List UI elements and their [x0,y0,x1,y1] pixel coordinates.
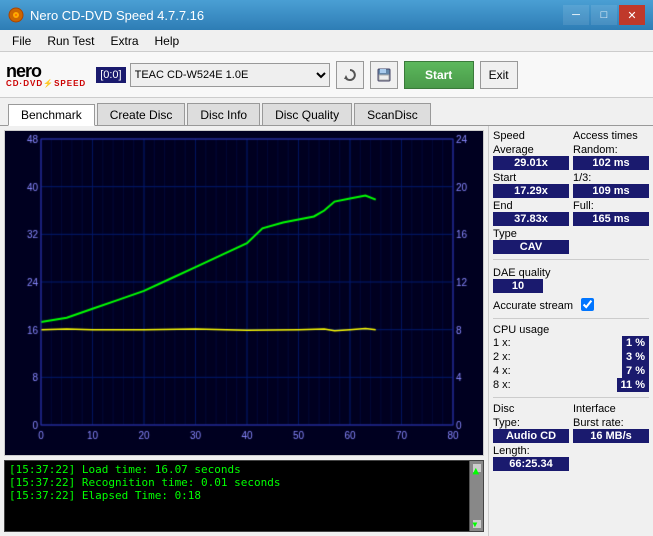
nero-brand-text: nero [6,62,41,80]
accurate-stream-section: Accurate stream [493,296,649,313]
drive-index-label: [0:0] [96,67,125,83]
tab-benchmark[interactable]: Benchmark [8,104,95,126]
interface-title: Interface [573,403,649,415]
tab-disc-quality[interactable]: Disc Quality [262,103,352,125]
burst-rate-label: Burst rate: [573,417,649,429]
window-title: Nero CD-DVD Speed 4.7.7.16 [30,8,204,23]
separator-3 [493,397,649,398]
menu-extra[interactable]: Extra [102,32,146,50]
tab-bar: Benchmark Create Disc Disc Info Disc Qua… [0,98,653,126]
speed-end-label: End [493,200,569,212]
disc-length-label: Length: [493,445,569,457]
toolbar: nero CD·DVD⚡SPEED [0:0] TEAC CD-W524E 1.… [0,52,653,98]
log-entry-2: [15:37:22] Recognition time: 0.01 second… [9,476,479,489]
cpu-row-4x: 4 x: 7 % [493,364,649,378]
window-controls: ─ □ ✕ [563,5,645,25]
nero-logo: nero CD·DVD⚡SPEED [6,62,86,88]
menu-runtest[interactable]: Run Test [39,32,102,50]
access-times-title: Access times [573,130,649,142]
nero-brand-sub: CD·DVD⚡SPEED [6,80,86,88]
tab-create-disc[interactable]: Create Disc [97,103,186,125]
access-times-section: Access times Random: 102 ms 1/3: 109 ms … [573,130,649,254]
cpu-col-1: 1 x: 1 % 2 x: 3 % 4 x: 7 % 8 x: 11 % [493,336,649,392]
accurate-stream-label: Accurate stream [493,300,573,312]
access-full-value: 165 ms [573,212,649,226]
disc-section: Disc Type: Audio CD Length: 66:25.34 [493,403,569,471]
disc-title: Disc [493,403,569,415]
cpu-4x-label: 4 x: [493,365,511,377]
dae-quality-section: DAE quality 10 [493,265,649,293]
title-bar: Nero CD-DVD Speed 4.7.7.16 ─ □ ✕ [0,0,653,30]
dae-quality-value: 10 [493,279,543,293]
disc-length-value: 66:25.34 [493,457,569,471]
speed-average-label: Average [493,144,569,156]
cpu-rows: 1 x: 1 % 2 x: 3 % 4 x: 7 % 8 x: 11 % [493,336,649,392]
tab-scan-disc[interactable]: ScanDisc [354,103,431,125]
speed-type-label: Type [493,228,569,240]
cpu-usage-title: CPU usage [493,324,649,336]
save-button[interactable] [370,61,398,89]
refresh-button[interactable] [336,61,364,89]
speed-title: Speed [493,130,569,142]
cpu-2x-label: 2 x: [493,351,511,363]
chart-container [5,131,483,455]
menu-help[interactable]: Help [147,32,188,50]
log-panel: [15:37:22] Load time: 16.07 seconds [15:… [4,460,484,532]
menu-bar: File Run Test Extra Help [0,30,653,52]
separator-2 [493,318,649,319]
speed-end-value: 37.83x [493,212,569,226]
cpu-4x-value: 7 % [622,364,649,378]
log-scrollbar[interactable]: ▲ ▼ [469,461,483,531]
access-full-label: Full: [573,200,649,212]
refresh-icon [343,68,357,82]
cpu-usage-section: CPU usage 1 x: 1 % 2 x: 3 % 4 x: 7 % [493,324,649,392]
access-onethird-label: 1/3: [573,172,649,184]
scroll-down-button[interactable]: ▼ [472,519,482,529]
access-random-value: 102 ms [573,156,649,170]
chart-area [4,130,484,456]
save-icon [377,68,391,82]
cpu-8x-label: 8 x: [493,379,511,391]
speed-start-value: 17.29x [493,184,569,198]
disc-interface-section: Disc Type: Audio CD Length: 66:25.34 Int… [493,403,649,471]
disc-type-label: Type: [493,417,569,429]
minimize-button[interactable]: ─ [563,5,589,25]
log-entry-1: [15:37:22] Load time: 16.07 seconds [9,463,479,476]
log-entry-3: [15:37:22] Elapsed Time: 0:18 [9,489,479,502]
access-onethird-value: 109 ms [573,184,649,198]
speed-average-value: 29.01x [493,156,569,170]
access-random-label: Random: [573,144,649,156]
cpu-row-8x: 8 x: 11 % [493,378,649,392]
right-panel: Speed Average 29.01x Start 17.29x End 37… [488,126,653,536]
dae-quality-label: DAE quality [493,267,649,279]
maximize-button[interactable]: □ [591,5,617,25]
speed-type-value: CAV [493,240,569,254]
app-icon [8,7,24,23]
interface-section: Interface Burst rate: 16 MB/s [573,403,649,471]
cpu-1x-label: 1 x: [493,337,511,349]
burst-rate-value: 16 MB/s [573,429,649,443]
chart-canvas [5,131,483,455]
cpu-2x-value: 3 % [622,350,649,364]
drive-dropdown[interactable]: TEAC CD-W524E 1.0E [130,63,330,87]
cpu-1x-value: 1 % [622,336,649,350]
close-button[interactable]: ✕ [619,5,645,25]
cpu-8x-value: 11 % [617,378,649,392]
disc-type-value: Audio CD [493,429,569,443]
speed-access-section: Speed Average 29.01x Start 17.29x End 37… [493,130,649,254]
cpu-row-2x: 2 x: 3 % [493,350,649,364]
speed-section: Speed Average 29.01x Start 17.29x End 37… [493,130,569,254]
start-button[interactable]: Start [404,61,474,89]
accurate-stream-checkbox[interactable] [581,298,594,311]
main-content: [15:37:22] Load time: 16.07 seconds [15:… [0,126,653,536]
speed-start-label: Start [493,172,569,184]
separator-1 [493,259,649,260]
exit-button[interactable]: Exit [480,61,518,89]
tab-disc-info[interactable]: Disc Info [187,103,260,125]
drive-selector: [0:0] TEAC CD-W524E 1.0E [96,63,329,87]
cpu-row-1x: 1 x: 1 % [493,336,649,350]
scroll-up-button[interactable]: ▲ [472,463,482,473]
menu-file[interactable]: File [4,32,39,50]
